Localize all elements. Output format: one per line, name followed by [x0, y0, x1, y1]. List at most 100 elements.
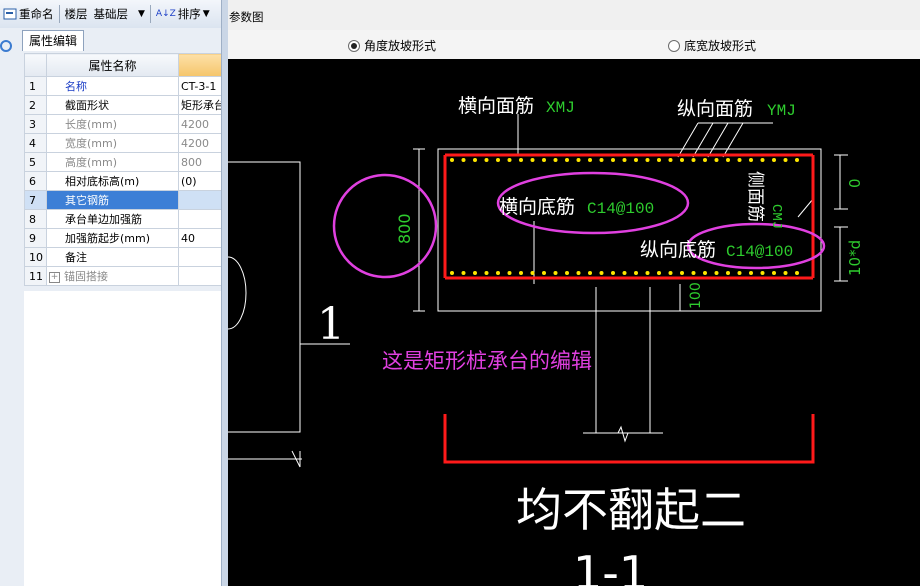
rebar-dot	[783, 271, 788, 275]
property-name: 宽度(mm)	[46, 133, 179, 153]
label-h-top: 横向面筋	[458, 95, 534, 117]
rebar-dot	[507, 271, 512, 275]
rename-icon	[3, 8, 17, 20]
sort-az-icon: A↓Z	[155, 9, 176, 19]
table-row[interactable]: 2 截面形状 矩形承台	[24, 95, 222, 115]
rebar-dot	[519, 271, 523, 275]
rebar-dot	[450, 158, 454, 162]
rebar-dot	[668, 271, 673, 275]
rebar-dot	[473, 271, 477, 275]
table-row[interactable]: 5 高度(mm) 800	[24, 152, 222, 172]
rebar-dot	[714, 158, 719, 162]
table-row[interactable]: 9 加强筋起步(mm) 40	[24, 228, 222, 248]
highlight-800	[332, 173, 438, 279]
row-number: 1	[24, 76, 47, 96]
annotation-text: 这是矩形桩承台的编辑	[382, 349, 592, 373]
rebar-dot	[703, 158, 707, 162]
rebar-dot	[599, 271, 604, 275]
rebar-dot	[461, 158, 466, 162]
property-value[interactable]: 4200	[178, 133, 222, 153]
property-value[interactable]: (0)	[178, 171, 222, 191]
label-side: 侧面筋	[745, 171, 765, 222]
rename-button[interactable]: 重命名	[0, 3, 57, 25]
chevron-down-icon: ▼	[202, 9, 210, 19]
note-bottom: 均不翻起二	[516, 483, 746, 537]
table-row[interactable]: 1 名称 CT-3-1	[24, 76, 222, 96]
floor-select[interactable]: 基础层 ▼	[91, 3, 148, 25]
property-name: 截面形状	[46, 95, 179, 115]
property-panel: 属性编辑 属性名称 1 名称 CT-3-1 2 截面形状 矩形承台 3 长度(m…	[0, 28, 222, 586]
rebar-dot	[553, 271, 558, 275]
table-row[interactable]: 11 + 锚固搭接	[24, 266, 222, 286]
property-value[interactable]: 40	[178, 228, 222, 248]
rename-label: 重命名	[19, 7, 54, 21]
property-value[interactable]: CT-3-1	[178, 76, 222, 96]
rebar-dot	[657, 158, 661, 162]
property-value[interactable]	[178, 266, 222, 286]
property-value[interactable]	[178, 209, 222, 229]
rebar-dot	[611, 271, 615, 275]
rebar-dot	[496, 271, 500, 275]
table-row[interactable]: 3 长度(mm) 4200	[24, 114, 222, 134]
param-title-bar: 参数图	[228, 0, 920, 31]
label-h-bottom: 横向底筋	[499, 196, 575, 218]
refresh-icon[interactable]	[0, 40, 12, 52]
table-row[interactable]: 10 备注	[24, 247, 222, 267]
dim-10d-label: 10*d	[846, 240, 864, 276]
dim-100-label: 100	[688, 282, 704, 309]
rebar-dot	[749, 158, 753, 162]
radio-bottom-slope[interactable]: 底宽放坡形式	[668, 37, 756, 54]
sort-button[interactable]: A↓Z 排序 ▼	[153, 3, 213, 25]
lower-cap-bar	[443, 414, 815, 464]
section-number: 1	[317, 299, 345, 350]
tab-property-edit[interactable]: 属性编辑	[22, 30, 85, 51]
rebar-dot	[760, 158, 765, 162]
rebar-dot	[737, 271, 742, 275]
row-number: 10	[24, 247, 47, 267]
property-value[interactable]: 矩形承台	[178, 95, 222, 115]
leader-v-top	[707, 122, 729, 158]
radio-angle-slope[interactable]: 角度放坡形式	[348, 37, 436, 54]
property-value[interactable]: 4200	[178, 114, 222, 134]
property-value[interactable]: 800	[178, 152, 222, 172]
rebar-dot	[634, 158, 638, 162]
row-number: 11	[24, 266, 47, 286]
leader-side	[797, 198, 814, 218]
table-row-selected[interactable]: 7 其它钢筋	[24, 190, 222, 210]
toolbar: 重命名 楼层 基础层 ▼ A↓Z 排序 ▼	[0, 0, 221, 29]
section-label: 1-1	[573, 546, 648, 586]
rebar-dot	[795, 271, 799, 275]
value-h-top: XMJ	[546, 99, 575, 117]
row-number: 9	[24, 228, 47, 248]
rebar-dot	[622, 158, 627, 162]
toolbar-separator	[58, 5, 60, 23]
rebar-dot	[772, 158, 776, 162]
rebar-dot	[668, 158, 673, 162]
table-row[interactable]: 4 宽度(mm) 4200	[24, 133, 222, 153]
property-name-cell: + 锚固搭接	[46, 266, 179, 286]
rebar-dot	[599, 158, 604, 162]
expand-icon[interactable]: +	[49, 271, 60, 283]
rebar-dot	[588, 271, 592, 275]
rebar-dot	[691, 158, 696, 162]
rebar-dot	[737, 158, 742, 162]
rebar-dot	[645, 271, 650, 275]
property-value[interactable]	[178, 190, 222, 210]
pile-outline	[595, 287, 651, 434]
property-value-header	[178, 53, 222, 77]
table-row[interactable]: 6 相对底标高(m) (0)	[24, 171, 222, 191]
table-row[interactable]: 8 承台单边加强筋	[24, 209, 222, 229]
rebar-dot	[588, 158, 592, 162]
property-name: 高度(mm)	[46, 152, 179, 172]
rebar-dot	[576, 158, 581, 162]
property-name: 名称	[46, 76, 179, 96]
leader-v-top	[677, 122, 699, 158]
rebar-dot	[657, 271, 661, 275]
property-value[interactable]	[178, 247, 222, 267]
radio-bottom-label: 底宽放坡形式	[684, 39, 757, 53]
row-number: 5	[24, 152, 47, 172]
slope-mode-bar: 角度放坡形式 底宽放坡形式	[228, 30, 920, 59]
rebar-dot	[565, 271, 569, 275]
rebar-dot	[565, 158, 569, 162]
rebar-dot	[507, 158, 512, 162]
